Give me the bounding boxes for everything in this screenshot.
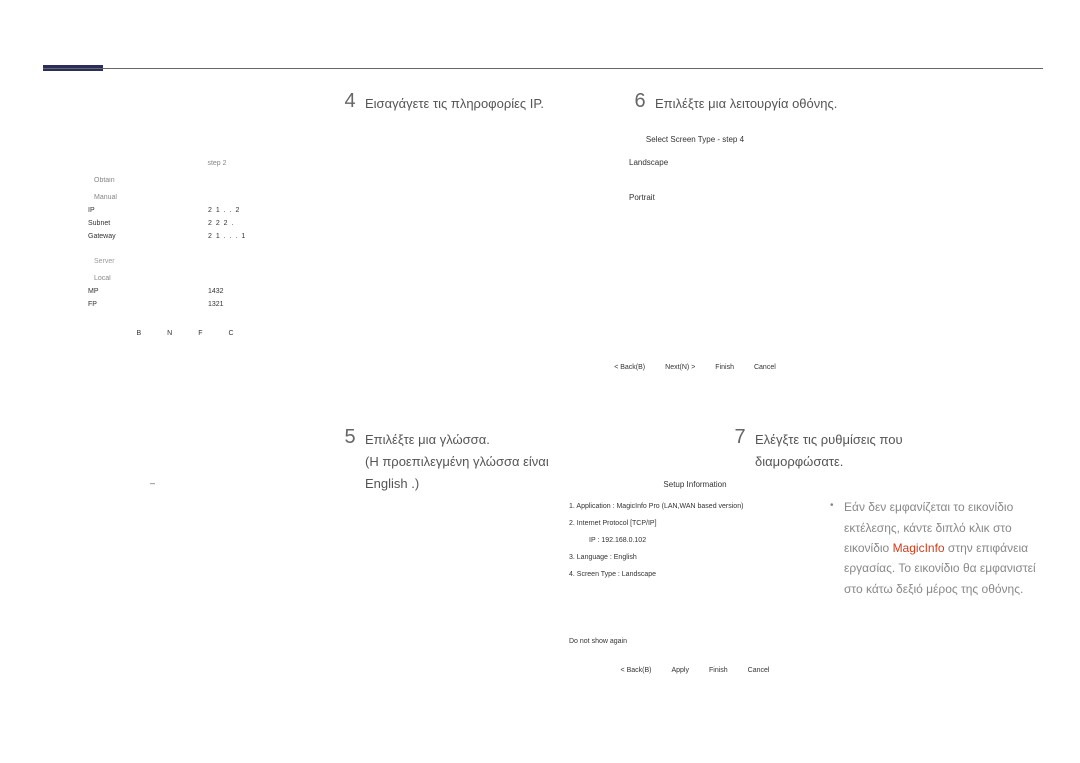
step-7-line1: Ελέγξτε τις ρυθμίσεις που <box>755 429 903 451</box>
ip-dialog-buttons: B N F C <box>64 330 306 337</box>
note-l2: εκτέλεσης, κάντε διπλό κλικ στο <box>844 518 1055 538</box>
summary-dialog-buttons: < Back(B) Apply Finish Cancel <box>569 667 821 674</box>
ip-finish-button[interactable]: F <box>198 330 202 337</box>
local-heading: Local <box>94 275 306 282</box>
summary-finish-button[interactable]: Finish <box>709 667 728 674</box>
bullet-icon: • <box>830 497 834 514</box>
subnet-value: 2 2 2 . <box>208 220 234 227</box>
ip-cancel-button[interactable]: C <box>228 330 233 337</box>
ip-row: IP 2 1 . . 2 <box>88 207 306 214</box>
mp-value: 1432 <box>208 288 224 295</box>
fp-label: FP <box>88 301 208 308</box>
screen-dialog-buttons: < Back(B) Next(N) > Finish Cancel <box>569 364 821 371</box>
ip-value: 2 1 . . 2 <box>208 207 240 214</box>
step-7-number: 7 <box>725 426 755 449</box>
ip-obtain-auto: Obtain <box>94 177 306 184</box>
server-heading: Server <box>94 258 306 265</box>
screen-finish-button[interactable]: Finish <box>715 364 734 371</box>
ip-label: IP <box>88 207 208 214</box>
mp-label: MP <box>88 288 208 295</box>
ip-dialog-title: step 2 <box>128 160 306 167</box>
ip-manual: Manual <box>94 194 306 201</box>
mp-row: MP 1432 <box>88 288 306 295</box>
ip-dialog-box: step 2 Obtain Manual IP 2 1 . . 2 Subnet… <box>60 100 310 343</box>
note-l5: στο κάτω δεξιό μέρος της οθόνης. <box>844 579 1055 599</box>
language-dialog-placeholder: – <box>150 478 155 488</box>
magicinfo-highlight: MagicInfo <box>893 541 945 555</box>
subnet-row: Subnet 2 2 2 . <box>88 220 306 227</box>
step-4-text: Εισαγάγετε τις πληροφορίες IP. <box>365 90 544 115</box>
step-7-block: 7 Ελέγξτε τις ρυθμίσεις που διαμορφώσατε… <box>725 426 1055 599</box>
note-l3c: στην επιφάνεια <box>945 541 1028 555</box>
step-5-line1: Επιλέξτε μια γλώσσα. <box>365 429 549 451</box>
screen-next-button[interactable]: Next(N) > <box>665 364 695 371</box>
step-6-text: Επιλέξτε μια λειτουργία οθόνης. <box>655 90 837 115</box>
summary-apply-button[interactable]: Apply <box>671 667 689 674</box>
screen-type-dialog: Select Screen Type - step 4 Landscape Po… <box>565 129 825 377</box>
step-7-row: 7 Ελέγξτε τις ρυθμίσεις που διαμορφώσατε… <box>725 426 1055 473</box>
portrait-option[interactable]: Portrait <box>569 193 821 202</box>
subnet-label: Subnet <box>88 220 208 227</box>
step-6-number: 6 <box>625 90 655 113</box>
step-7-text: Ελέγξτε τις ρυθμίσεις που διαμορφώσατε. <box>755 426 903 473</box>
screen-dialog-title: Select Screen Type - step 4 <box>569 135 821 144</box>
ip-dialog: step 2 Obtain Manual IP 2 1 . . 2 Subnet… <box>60 90 310 371</box>
gateway-row: Gateway 2 1 . . . 1 <box>88 233 306 240</box>
summary-cancel-button[interactable]: Cancel <box>748 667 770 674</box>
fp-value: 1321 <box>208 301 224 308</box>
gateway-label: Gateway <box>88 233 208 240</box>
note-l3: εικονίδιο MagicInfo στην επιφάνεια <box>844 538 1055 558</box>
step-5-line2: (Η προεπιλεγμένη γλώσσα είναι <box>365 451 549 473</box>
step-5-number: 5 <box>335 426 365 449</box>
step-4-number: 4 <box>335 90 365 113</box>
step-5-text: Επιλέξτε μια γλώσσα. (Η προεπιλεγμένη γλ… <box>365 426 549 495</box>
step-5-line3: English .) <box>365 473 549 495</box>
do-not-show-checkbox[interactable]: Do not show again <box>569 638 821 645</box>
header-rule <box>43 68 1043 69</box>
ip-next-button[interactable]: N <box>167 330 172 337</box>
note-l3a: εικονίδιο <box>844 541 893 555</box>
step-6-row: 6 Επιλέξτε μια λειτουργία οθόνης. <box>625 90 845 115</box>
ip-back-button[interactable]: B <box>136 330 141 337</box>
note-l1: Εάν δεν εμφανίζεται το εικονίδιο <box>844 497 1055 517</box>
fp-row: FP 1321 <box>88 301 306 308</box>
step-7-note: • Εάν δεν εμφανίζεται το εικονίδιο εκτέλ… <box>830 497 1055 599</box>
note-l4: εργασίας. Το εικονίδιο θα εμφανιστεί <box>844 558 1055 578</box>
gateway-value: 2 1 . . . 1 <box>208 233 246 240</box>
screen-back-button[interactable]: < Back(B) <box>614 364 645 371</box>
step-6-block: 6 Επιλέξτε μια λειτουργία οθόνης. Select… <box>565 90 845 405</box>
screen-cancel-button[interactable]: Cancel <box>754 364 776 371</box>
landscape-option[interactable]: Landscape <box>569 158 821 167</box>
step-7-line2: διαμορφώσατε. <box>755 451 903 473</box>
summary-back-button[interactable]: < Back(B) <box>621 667 652 674</box>
